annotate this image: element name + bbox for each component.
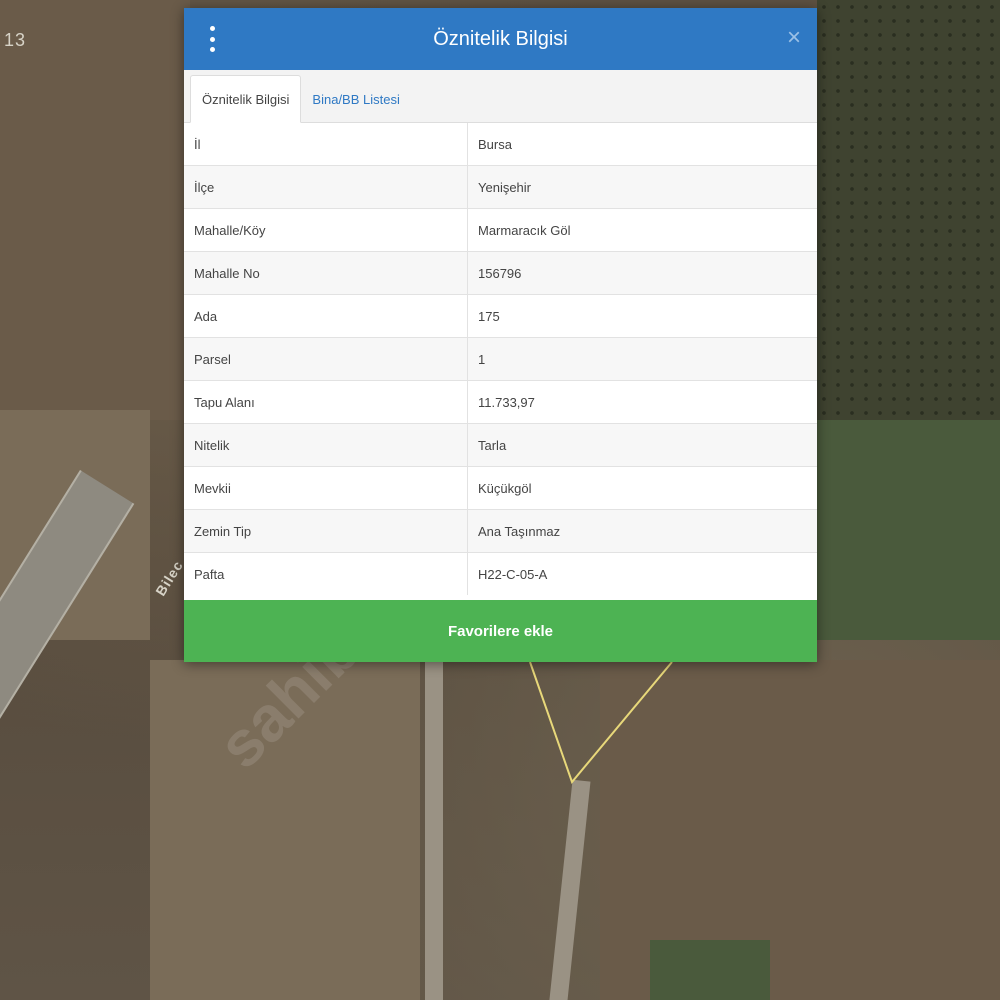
tab-building-list[interactable]: Bina/BB Listesi bbox=[301, 76, 410, 122]
table-row: Mahalle/Köy Marmaracık Göl bbox=[184, 208, 817, 252]
attribute-value: Ana Taşınmaz bbox=[467, 509, 817, 553]
table-row: Parsel 1 bbox=[184, 337, 817, 381]
table-row: Nitelik Tarla bbox=[184, 423, 817, 467]
attribute-key: İl bbox=[184, 123, 468, 166]
attribute-value: Bursa bbox=[478, 136, 512, 152]
table-row: Tapu Alanı 11.733,97 bbox=[184, 380, 817, 424]
attribute-value: Küçükgöl bbox=[467, 466, 817, 510]
attribute-key: Pafta bbox=[184, 552, 468, 595]
attribute-key: Nitelik bbox=[184, 423, 468, 467]
tab-attribute-info[interactable]: Öznitelik Bilgisi bbox=[190, 75, 302, 123]
attribute-value: H22-C-05-A bbox=[467, 552, 817, 595]
attribute-value: 175 bbox=[467, 294, 817, 338]
attribute-table-container: İl Bursa İlçe Yenişehir Mahalle/Köy Marmaracı… bbox=[184, 123, 817, 600]
dialog-title: Öznitelik Bilgisi bbox=[433, 27, 568, 50]
attribute-value: Yenişehir bbox=[467, 165, 817, 209]
dialog-header: Öznitelik Bilgisi × bbox=[184, 8, 817, 70]
close-icon[interactable]: × bbox=[787, 25, 801, 51]
attribute-table: İl Bursa İlçe Yenişehir Mahalle/Köy Marmaracı… bbox=[184, 123, 817, 595]
dialog-tabs: Öznitelik Bilgisi Bina/BB Listesi bbox=[184, 70, 817, 123]
table-row: Mevkii Küçükgöl bbox=[184, 466, 817, 510]
attribute-key: Parsel bbox=[184, 337, 468, 381]
table-row: İl Bursa bbox=[184, 123, 817, 166]
table-row: Ada 175 bbox=[184, 294, 817, 338]
attribute-key: Ada bbox=[184, 294, 468, 338]
attribute-key: Mahalle/Köy bbox=[184, 208, 468, 252]
attribute-value: 11.733,97 bbox=[467, 380, 817, 424]
table-row: Zemin Tip Ana Taşınmaz bbox=[184, 509, 817, 553]
table-row: İlçe Yenişehir bbox=[184, 165, 817, 209]
map-corner-label: 13 bbox=[4, 30, 27, 50]
attribute-info-dialog: Öznitelik Bilgisi × Öznitelik Bilgisi Bi… bbox=[184, 8, 817, 662]
attribute-key: Mahalle No bbox=[184, 251, 468, 295]
attribute-key: Mevkii bbox=[184, 466, 468, 510]
attribute-key: Tapu Alanı bbox=[184, 380, 468, 424]
table-row: Pafta H22-C-05-A bbox=[184, 552, 817, 595]
table-row: Mahalle No 156796 bbox=[184, 251, 817, 295]
attribute-key: İlçe bbox=[184, 165, 468, 209]
attribute-value: Tarla bbox=[467, 423, 817, 467]
attribute-key: Zemin Tip bbox=[184, 509, 468, 553]
vertical-ellipsis-icon[interactable] bbox=[204, 26, 220, 52]
attribute-value: Marmaracık Göl bbox=[467, 208, 817, 252]
attribute-value: 1 bbox=[467, 337, 817, 381]
add-to-favorites-button[interactable]: Favorilere ekle bbox=[184, 600, 817, 662]
attribute-value: 156796 bbox=[467, 251, 817, 295]
